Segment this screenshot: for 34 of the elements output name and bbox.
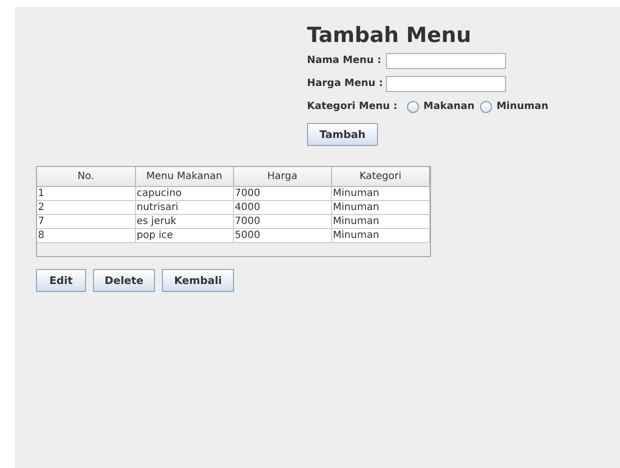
field-label: Nama Menu : [307,55,382,66]
action-button[interactable]: Delete [93,269,155,292]
column-header[interactable]: Harga [233,167,332,186]
table-cell: 8 [37,228,136,242]
input-field[interactable] [386,52,506,68]
radio-label[interactable]: Minuman [496,101,548,112]
table-cell: Minuman [331,228,430,242]
table-cell: Minuman [331,214,430,228]
table-cell: Minuman [331,200,430,214]
column-header[interactable]: Kategori [331,167,430,186]
table-cell: 4000 [233,200,332,214]
table-cell: 5000 [233,228,332,242]
action-button[interactable]: Edit [36,269,86,292]
table-cell: Minuman [331,186,430,200]
table-cell: es jeruk [135,214,234,228]
radio-button[interactable] [480,100,492,112]
table-cell: pop ice [135,228,234,242]
table-cell: 7000 [233,186,332,200]
form-title: Tambah Menu [307,22,472,49]
radio-label[interactable]: Makanan [423,101,474,112]
input-field[interactable] [386,76,506,92]
submit-button[interactable]: Tambah [307,123,378,146]
column-header[interactable]: No. [37,167,136,186]
table-cell: 7 [37,214,136,228]
field-label: Harga Menu : [307,78,384,89]
table-cell: nutrisari [135,200,234,214]
field-label: Kategori Menu : [307,101,398,112]
radio-button[interactable] [407,100,420,112]
action-button[interactable]: Kembali [162,269,234,292]
table-cell: 2 [37,200,136,214]
table-cell: 7000 [233,214,332,228]
table-cell: capucino [135,186,234,200]
table-cell: 1 [37,186,136,200]
column-header[interactable]: Menu Makanan [135,167,234,186]
